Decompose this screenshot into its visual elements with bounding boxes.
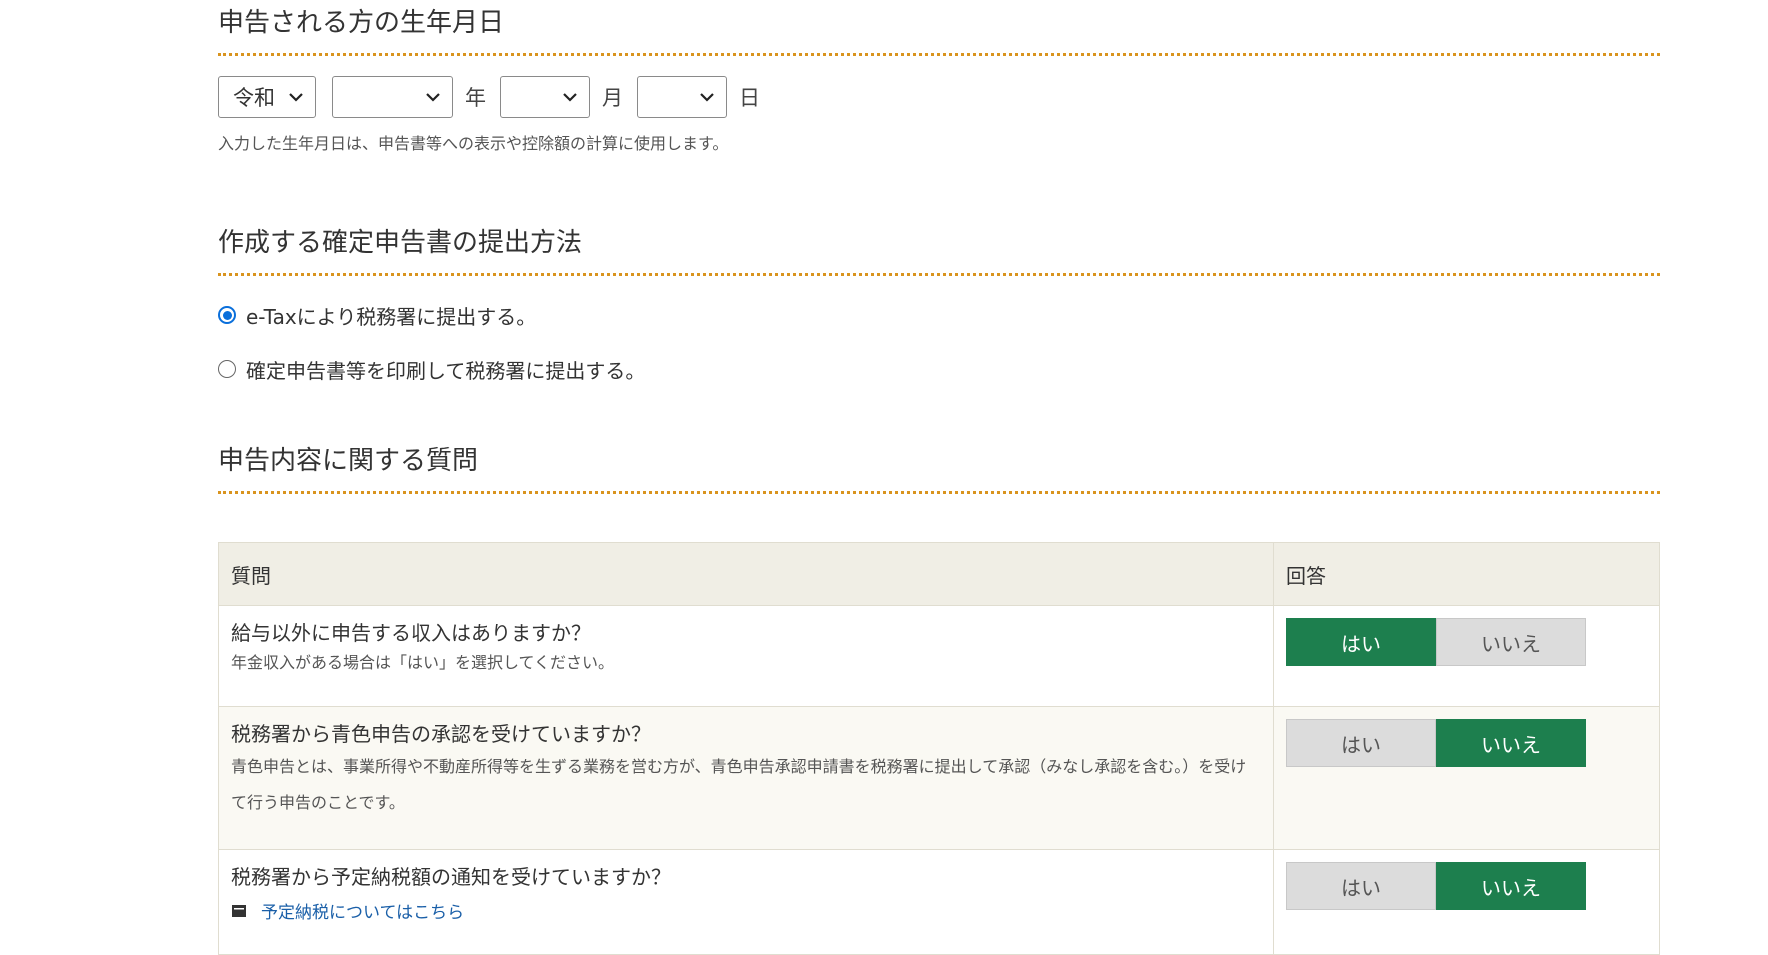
no-button[interactable]: いいえ: [1436, 862, 1586, 910]
question-cell: 給与以外に申告する収入はありますか？ 年金収入がある場合は「はい」を選択してくだ…: [218, 605, 1274, 707]
prepayment-link[interactable]: 予定納税についてはこちら: [231, 898, 1261, 923]
method-option-print-label: 確定申告書等を印刷して税務署に提出する。: [246, 358, 646, 383]
era-select[interactable]: 令和: [218, 76, 316, 118]
month-unit: 月: [602, 86, 623, 110]
no-button[interactable]: いいえ: [1436, 618, 1586, 666]
question-cell: 税務署から予定納税額の通知を受けていますか？ 予定納税についてはこちら: [218, 849, 1274, 955]
dob-note: 入力した生年月日は、申告書等への表示や控除額の計算に使用します。: [218, 134, 729, 153]
question-text: 税務署から青色申告の承認を受けていますか？: [231, 722, 651, 746]
chevron-down-icon: [700, 93, 714, 102]
question-sub: 年金収入がある場合は「はい」を選択してください。: [231, 653, 615, 672]
answer-toggle: はい いいえ: [1286, 862, 1647, 910]
question-text: 税務署から予定納税額の通知を受けていますか？: [231, 865, 671, 889]
question-text: 給与以外に申告する収入はありますか？: [231, 621, 591, 645]
table-row: 税務署から予定納税額の通知を受けていますか？ 予定納税についてはこちら はい い…: [218, 849, 1660, 955]
header-question: 質問: [218, 542, 1274, 606]
dob-row: 令和 年 月 日: [218, 76, 1660, 118]
answer-cell: はい いいえ: [1273, 849, 1660, 955]
chevron-down-icon: [563, 93, 577, 102]
method-title: 作成する確定申告書の提出方法: [218, 222, 1660, 276]
year-select[interactable]: [332, 76, 453, 118]
yes-button[interactable]: はい: [1286, 719, 1436, 767]
question-cell: 税務署から青色申告の承認を受けていますか？ 青色申告とは、事業所得や不動産所得等…: [218, 706, 1274, 850]
method-option-etax-label: e-Taxにより税務署に提出する。: [246, 304, 537, 329]
era-value: 令和: [233, 86, 275, 110]
yes-button[interactable]: はい: [1286, 618, 1436, 666]
header-answer: 回答: [1273, 542, 1660, 606]
yes-button[interactable]: はい: [1286, 862, 1436, 910]
prepayment-link-text[interactable]: 予定納税についてはこちら: [261, 898, 464, 923]
month-select[interactable]: [500, 76, 590, 118]
radio-print[interactable]: [218, 360, 236, 378]
answer-toggle: はい いいえ: [1286, 719, 1647, 767]
questions-title: 申告内容に関する質問: [218, 440, 1660, 494]
table-row: 給与以外に申告する収入はありますか？ 年金収入がある場合は「はい」を選択してくだ…: [218, 605, 1660, 707]
no-button[interactable]: いいえ: [1436, 719, 1586, 767]
day-unit: 日: [739, 86, 760, 110]
table-header-row: 質問 回答: [218, 542, 1660, 606]
day-select[interactable]: [637, 76, 727, 118]
dob-section: 申告される方の生年月日 令和 年 月 日 入力した生年月日は、申告書等への表示や…: [218, 0, 1660, 154]
answer-cell: はい いいえ: [1273, 706, 1660, 850]
chevron-down-icon: [289, 93, 303, 102]
questions-section: 申告内容に関する質問 質問 回答 給与以外に申告する収入はありますか？ 年金収入…: [218, 440, 1660, 955]
year-unit: 年: [465, 86, 486, 110]
radio-etax[interactable]: [218, 306, 236, 324]
questions-table: 質問 回答 給与以外に申告する収入はありますか？ 年金収入がある場合は「はい」を…: [218, 542, 1660, 955]
answer-toggle: はい いいえ: [1286, 618, 1647, 666]
table-row: 税務署から青色申告の承認を受けていますか？ 青色申告とは、事業所得や不動産所得等…: [218, 706, 1660, 850]
document-icon: [232, 904, 246, 917]
chevron-down-icon: [426, 93, 440, 102]
question-sub: 青色申告とは、事業所得や不動産所得等を生ずる業務を営む方が、青色申告承認申請書を…: [231, 757, 1247, 812]
method-option-print[interactable]: 確定申告書等を印刷して税務署に提出する。: [218, 354, 1660, 384]
main-content: 申告される方の生年月日 令和 年 月 日 入力した生年月日は、申告書等への表示や…: [218, 0, 1660, 955]
dob-title: 申告される方の生年月日: [218, 0, 1660, 56]
answer-cell: はい いいえ: [1273, 605, 1660, 707]
method-option-etax[interactable]: e-Taxにより税務署に提出する。: [218, 300, 1660, 330]
method-section: 作成する確定申告書の提出方法 e-Taxにより税務署に提出する。 確定申告書等を…: [218, 222, 1660, 384]
